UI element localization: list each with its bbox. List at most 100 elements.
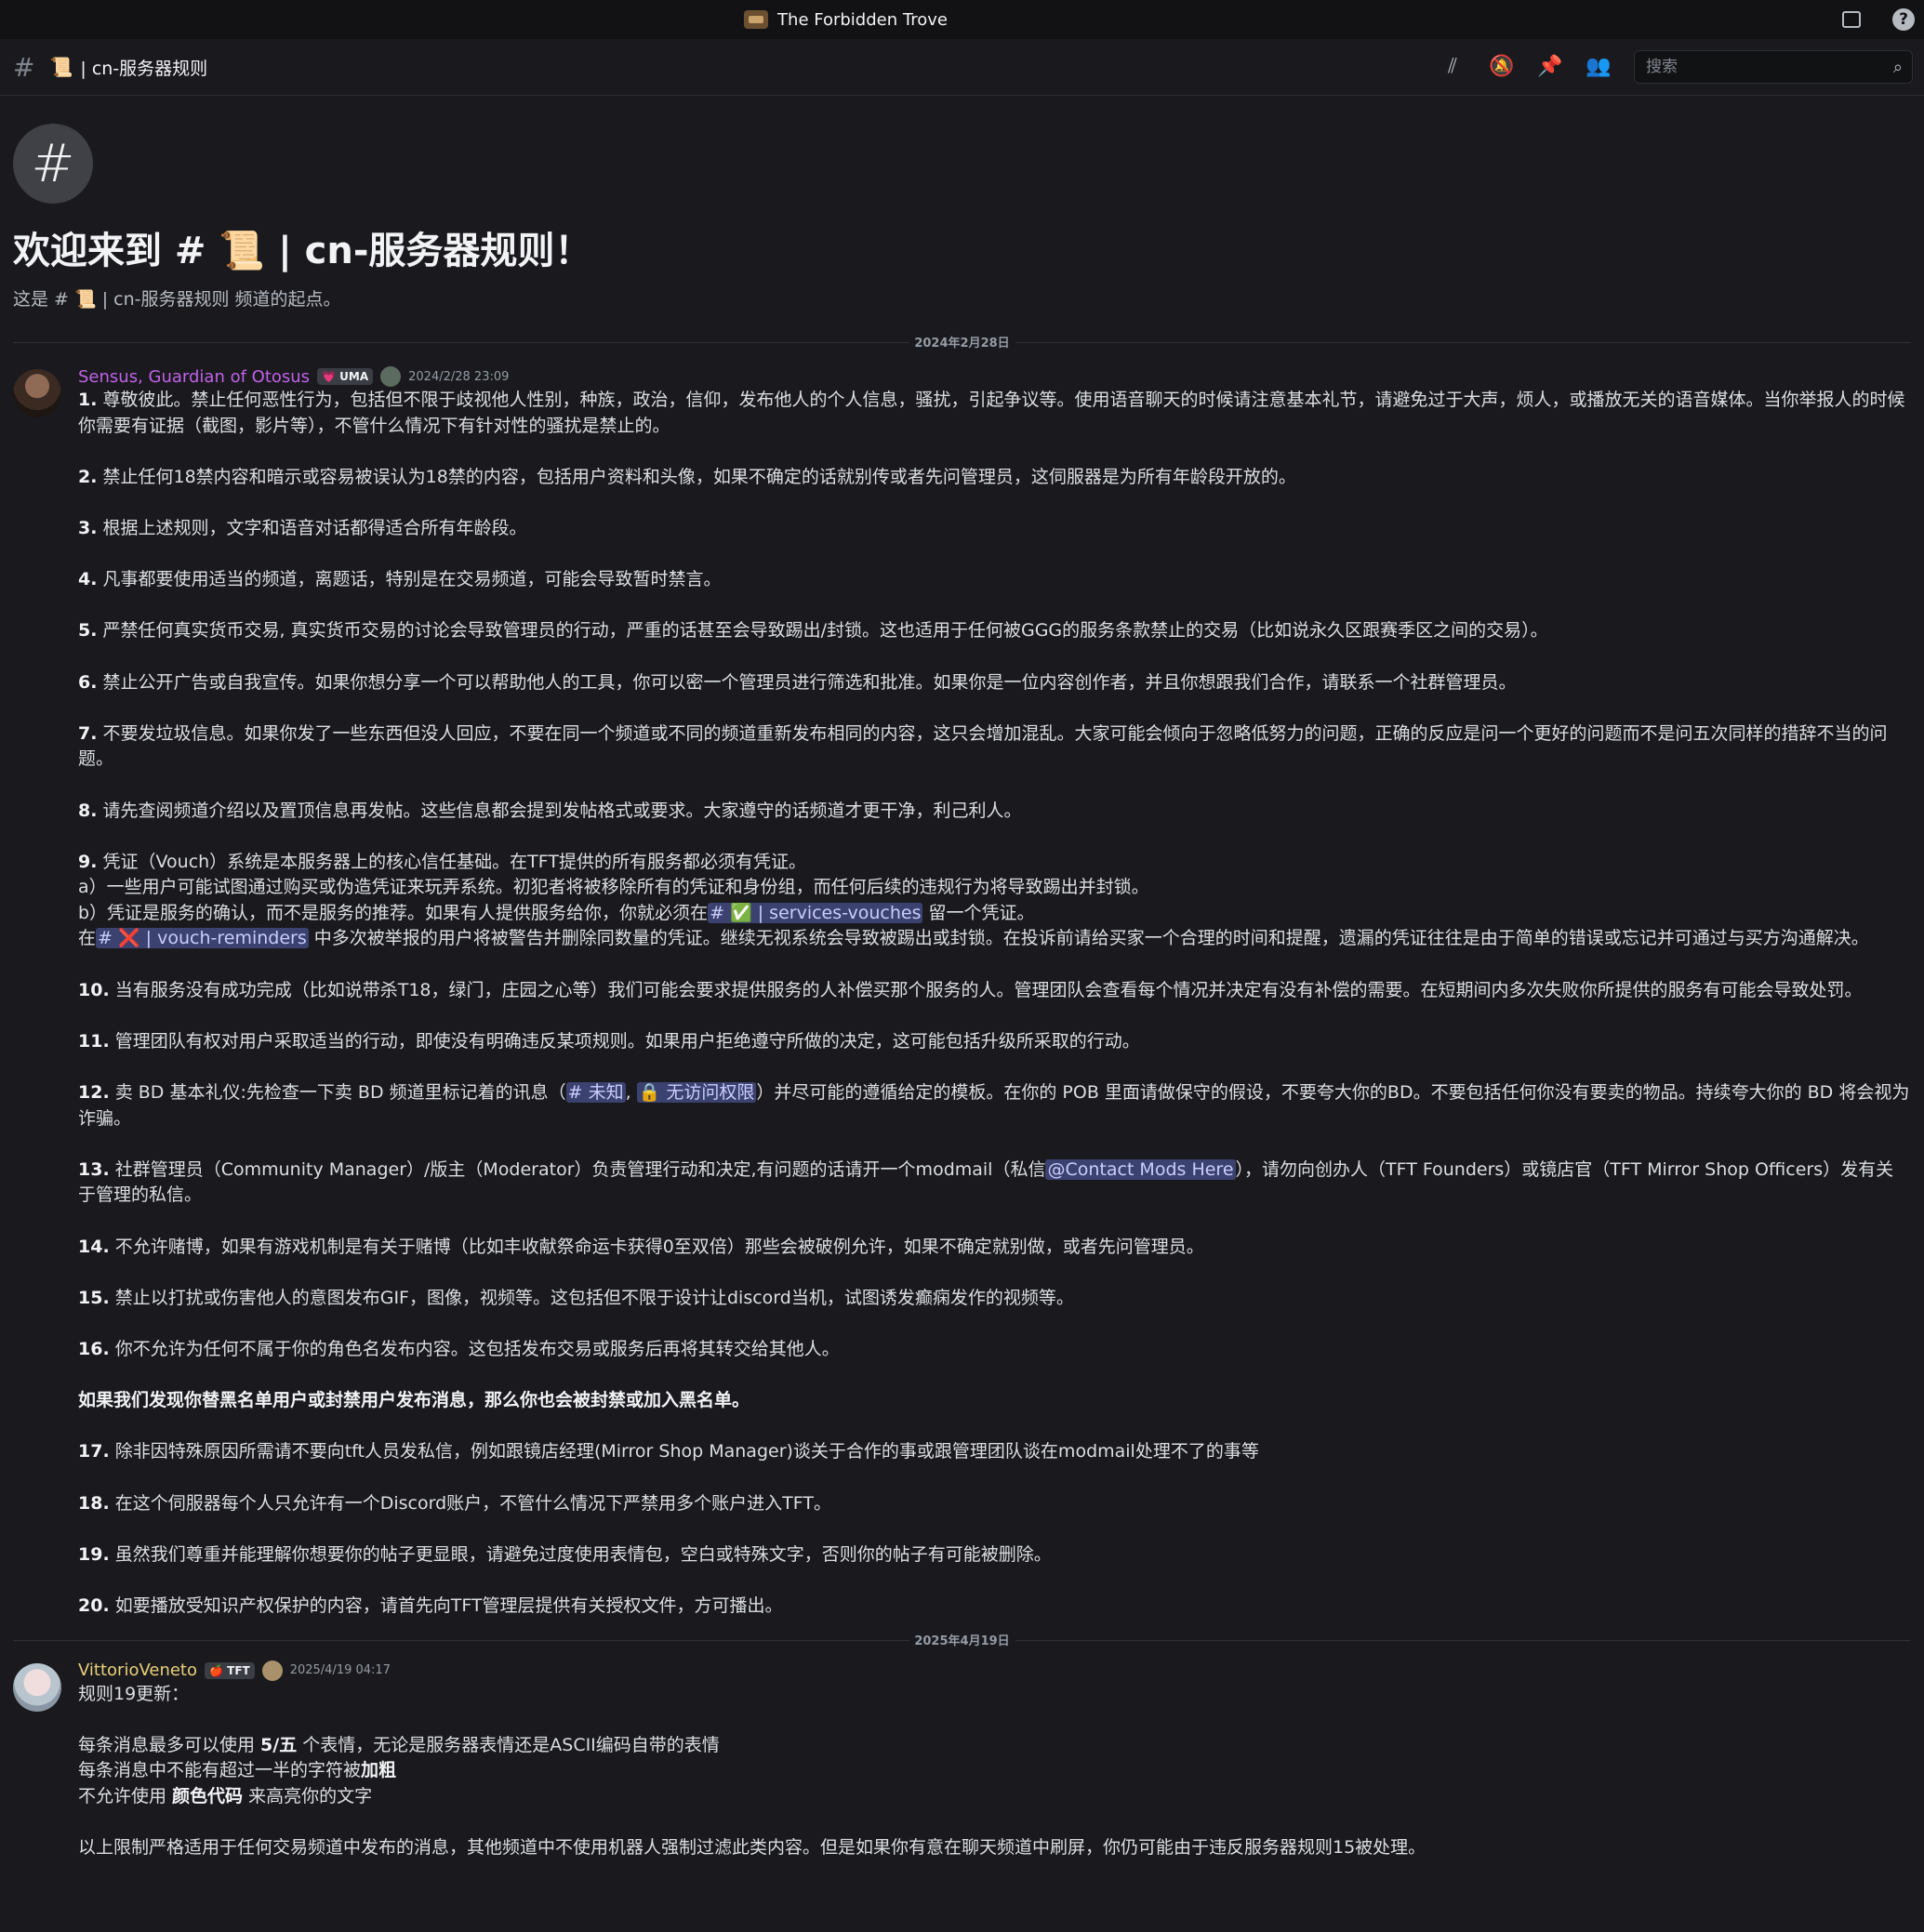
role-icon: [380, 366, 402, 387]
message-content: 1. 尊敬彼此。禁止任何恶性行为，包括但不限于歧视他人性别，种族，政治，信仰，发…: [78, 388, 1911, 1620]
rule-text: 在: [78, 928, 97, 949]
rule-number: 15.: [78, 1287, 110, 1308]
message-timestamp: 2024/2/28 23:09: [408, 369, 510, 384]
message-content: 规则19更新： 每条消息最多可以使用 5/五 个表情，无论是服务器表情还是ASC…: [78, 1682, 1911, 1861]
message-timestamp: 2025/4/19 04:17: [289, 1663, 391, 1677]
pin-icon[interactable]: 📌: [1537, 55, 1562, 79]
threads-icon[interactable]: ⫽: [1440, 55, 1465, 79]
date-divider-label: 2025年4月19日: [909, 1630, 1015, 1648]
update-line: 以上限制严格适用于任何交易频道中发布的消息，其他频道中不使用机器人强制过滤此类内…: [78, 1837, 1426, 1859]
rule-text: 你不允许为任何不属于你的角色名发布内容。这包括发布交易或服务后再将其转交给其他人…: [114, 1338, 840, 1359]
rule-text: 禁止以打扰或伤害他人的意图发布GIF，图像，视频等。这包括但不限于设计让disc…: [114, 1287, 1074, 1308]
rule-9: 9. 凭证（Vouch）系统是本服务器上的核心信任基础。在TFT提供的所有服务都…: [78, 850, 1911, 876]
server-tag[interactable]: 🍎 TFT: [205, 1661, 255, 1679]
rule-number: 2.: [78, 466, 98, 487]
rule-text: 凭证（Vouch）系统是本服务器上的核心信任基础。在TFT提供的所有服务都必须有…: [102, 851, 807, 872]
rule-number: 3.: [78, 517, 98, 538]
channel-welcome: # 欢迎来到 # 📜 | cn-服务器规则！ 这是 # 📜 | cn-服务器规则…: [0, 96, 1924, 311]
update-text: 每条消息最多可以使用: [78, 1734, 261, 1755]
rule-text: 禁止公开广告或自我宣传。如果你想分享一个可以帮助他人的工具，你可以密一个管理员进…: [102, 671, 1517, 693]
rule-9b: b）凭证是服务的确认，而不是服务的推荐。如果有人提供服务给你，你就必须在 # ✅ …: [78, 901, 1911, 927]
avatar[interactable]: [13, 1662, 61, 1712]
rule-6: 6. 禁止公开广告或自我宣传。如果你想分享一个可以帮助他人的工具，你可以密一个管…: [78, 670, 1911, 696]
rule-14: 14. 不允许赌博，如果有游戏机制是有关于赌博（比如丰收献祭命运卡获得0至双倍）…: [78, 1235, 1911, 1261]
help-icon[interactable]: ?: [1892, 8, 1915, 31]
rule-text: 除非因特殊原因所需请不要向tft人员发私信，例如跟镜店经理(Mirror Sho…: [114, 1441, 1259, 1462]
channel-mention-unknown[interactable]: # 未知: [565, 1082, 626, 1104]
rule-number: 17.: [78, 1441, 110, 1462]
date-divider: 2025年4月19日: [13, 1630, 1911, 1648]
rule-10: 10. 当有服务没有成功完成（比如说带杀T18，绿门，庄园之心等）我们可能会要求…: [78, 978, 1911, 1004]
rule-18: 18. 在这个伺服器每个人只允许有一个Discord账户，不管什么情况下严禁用多…: [78, 1491, 1911, 1517]
search-input[interactable]: [1644, 57, 1871, 77]
rule-15: 15. 禁止以打扰或伤害他人的意图发布GIF，图像，视频等。这包括但不限于设计让…: [78, 1286, 1911, 1312]
rule-number: 13.: [78, 1158, 110, 1180]
welcome-title: 欢迎来到 # 📜 | cn-服务器规则！: [13, 230, 592, 272]
channel-title: 📜 | cn-服务器规则: [49, 55, 207, 80]
channel-mention-no-access[interactable]: 🔒 无访问权限: [636, 1082, 757, 1104]
rule-2: 2. 禁止任何18禁内容和暗示或容易被误认为18禁的内容，包括用户资料和头像，如…: [78, 465, 1911, 491]
rule-text: 凡事都要使用适当的频道，离题话，特别是在交易频道，可能会导致暂时禁言。: [102, 569, 722, 590]
rule-number: 19.: [78, 1543, 110, 1565]
rule-19: 19. 虽然我们尊重并能理解你想要你的帖子更显眼，请避免过度使用表情包，空白或特…: [78, 1542, 1911, 1568]
update-line: 每条消息中不能有超过一半的字符被加粗: [78, 1758, 1911, 1784]
rule-text: 在这个伺服器每个人只允许有一个Discord账户，不管什么情况下严禁用多个账户进…: [114, 1492, 831, 1514]
rule-16: 16. 你不允许为任何不属于你的角色名发布内容。这包括发布交易或服务后再将其转交…: [78, 1337, 1911, 1363]
rule-text: 不允许赌博，如果有游戏机制是有关于赌博（比如丰收献祭命运卡获得0至双倍）那些会被…: [114, 1236, 1204, 1257]
server-name: The Forbidden Trove: [777, 9, 948, 30]
update-emphasis: 颜色代码: [172, 1785, 244, 1806]
avatar[interactable]: [13, 369, 61, 417]
window-titlebar: The Forbidden Trove ?: [0, 0, 1924, 39]
message-author[interactable]: VittorioVeneto: [78, 1661, 197, 1680]
rule-number: 5.: [78, 620, 98, 642]
update-emphasis: 加粗: [361, 1760, 397, 1781]
update-title: 规则19更新：: [78, 1683, 190, 1704]
rule-1: 1. 尊敬彼此。禁止任何恶性行为，包括但不限于歧视他人性别，种族，政治，信仰，发…: [78, 388, 1911, 439]
rule-text: 禁止任何18禁内容和暗示或容易被误认为18禁的内容，包括用户资料和头像，如果不确…: [102, 466, 1296, 487]
channel-hash-large-icon: #: [13, 124, 93, 204]
message: VittorioVeneto 🍎 TFT 2025/4/19 04:17 规则1…: [0, 1660, 1924, 1861]
search-icon[interactable]: ⌕: [1893, 58, 1903, 77]
update-text: 来高亮你的文字: [243, 1785, 373, 1806]
rule-20: 20. 如要播放受知识产权保护的内容，请首先向TFT管理层提供有关授权文件，方可…: [78, 1594, 1911, 1620]
rule-number: 20.: [78, 1595, 110, 1616]
rule-text: 管理团队有权对用户采取适当的行动，即使没有明确违反某项规则。如果用户拒绝遵守所做…: [114, 1030, 1140, 1052]
channel-mention-services-vouches[interactable]: # ✅ | services-vouches: [708, 902, 923, 923]
members-icon[interactable]: 👥: [1586, 55, 1611, 79]
welcome-subtitle: 这是 # 📜 | cn-服务器规则 频道的起点。: [13, 289, 341, 310]
rule-9a: a）一些用户可能试图通过购买或伪造凭证来玩弄系统。初犯者将被移除所有的凭证和身份…: [78, 877, 1149, 898]
rule-7: 7. 不要发垃圾信息。如果你发了一些东西但没人回应，不要在同一个频道或不同的频道…: [78, 721, 1911, 773]
channel-name: | cn-服务器规则: [80, 58, 208, 79]
search-box[interactable]: ⌕: [1634, 50, 1913, 84]
blacklist-notice: 如果我们发现你替黑名单用户或封禁用户发布消息，那么你也会被封禁或加入黑名单。: [78, 1390, 750, 1411]
rule-3: 3. 根据上述规则，文字和语音对话都得适合所有年龄段。: [78, 516, 1911, 542]
rule-text: 请先查阅频道介绍以及置顶信息再发帖。这些信息都会提到发帖格式或要求。大家遵守的话…: [102, 800, 1022, 821]
bell-slash-icon[interactable]: 🔕: [1489, 55, 1514, 79]
channel-header: # 📜 | cn-服务器规则 ⫽ 🔕 📌 👥 ⌕: [0, 39, 1924, 96]
channel-mention-vouch-reminders[interactable]: # ❌ | vouch-reminders: [96, 928, 309, 949]
rule-9c: 在 # ❌ | vouch-reminders 中多次被举报的用户将被警告并删除同…: [78, 926, 1911, 952]
date-divider: 2024年2月28日: [13, 333, 1911, 351]
rule-number: 18.: [78, 1492, 110, 1514]
rule-text: 不要发垃圾信息。如果你发了一些东西但没人回应，不要在同一个频道或不同的频道重新发…: [78, 722, 1888, 770]
scroll-emoji: 📜: [49, 56, 73, 78]
rule-number: 14.: [78, 1236, 110, 1257]
rule-12: 12. 卖 BD 基本礼仪:先检查一下卖 BD 频道里标记着的讯息（ # 未知, …: [78, 1080, 1911, 1131]
message-author[interactable]: Sensus, Guardian of Otosus: [78, 367, 310, 387]
rule-number: 10.: [78, 979, 110, 1000]
rule-text: 尊敬彼此。禁止任何恶性行为，包括但不限于歧视他人性别，种族，政治，信仰，发布他人…: [78, 390, 1905, 436]
role-mention-contact-mods[interactable]: @Contact Mods Here: [1045, 1158, 1236, 1180]
rule-number: 11.: [78, 1030, 110, 1052]
rule-4: 4. 凡事都要使用适当的频道，离题话，特别是在交易频道，可能会导致暂时禁言。: [78, 567, 1911, 593]
rule-number: 9.: [78, 851, 98, 872]
rule-number: 4.: [78, 569, 98, 590]
inbox-icon[interactable]: [1842, 8, 1864, 31]
rule-11: 11. 管理团队有权对用户采取适当的行动，即使没有明确违反某项规则。如果用户拒绝…: [78, 1029, 1911, 1055]
rule-number: 16.: [78, 1338, 110, 1359]
server-tag[interactable]: 💗 UMA: [317, 368, 374, 385]
rule-5: 5. 严禁任何真实货币交易, 真实货币交易的讨论会导致管理员的行动，严重的话甚至…: [78, 618, 1911, 644]
rule-text: b）凭证是服务的确认，而不是服务的推荐。如果有人提供服务给你，你就必须在: [78, 902, 709, 923]
channel-hash-icon: #: [13, 51, 35, 83]
rule-text: 社群管理员（Community Manager）/版主（Moderator）负责…: [114, 1158, 1046, 1180]
update-text: 个表情，无论是服务器表情还是ASCII编码自带的表情: [297, 1734, 720, 1755]
